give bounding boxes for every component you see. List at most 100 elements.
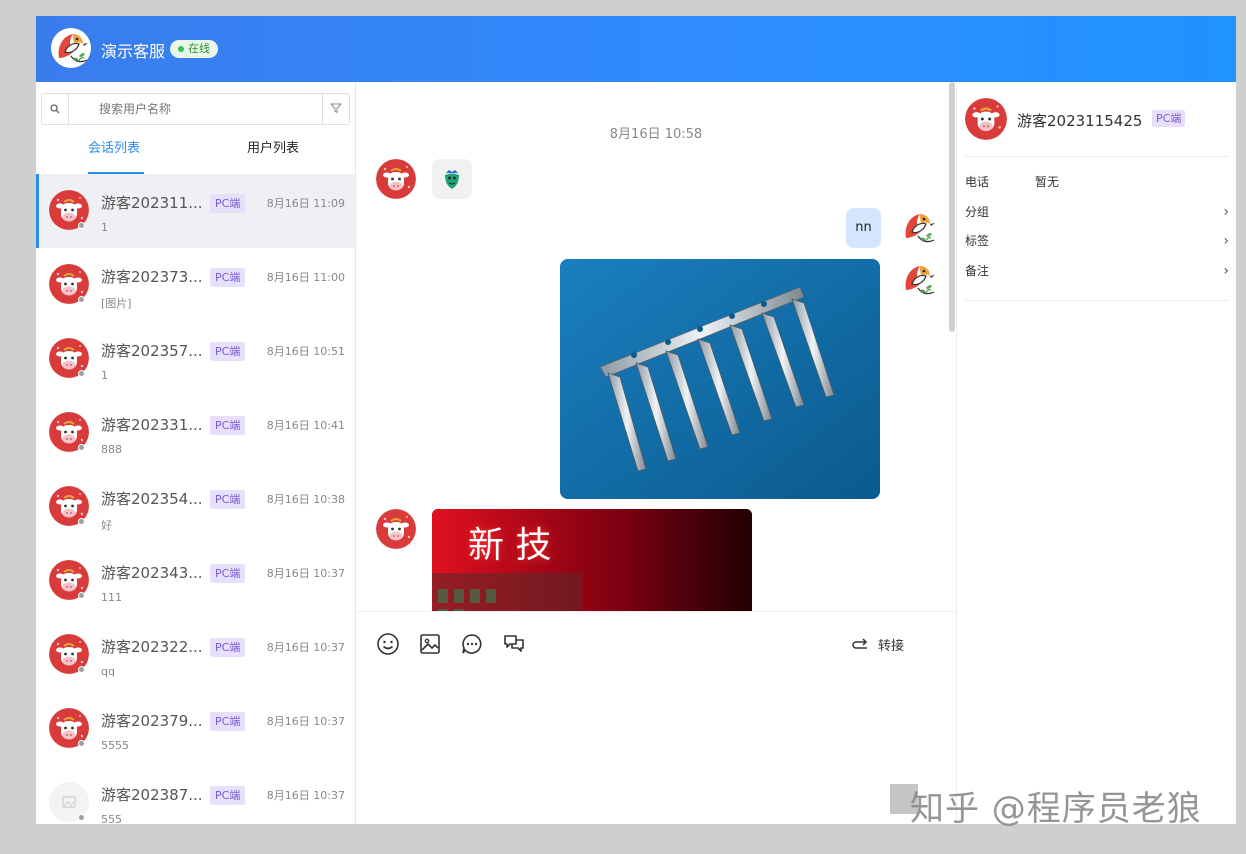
emoji-icon[interactable] bbox=[376, 632, 400, 656]
session-name: 游客202379... bbox=[101, 712, 203, 730]
platform-badge: PC端 bbox=[210, 490, 246, 509]
session-time: 8月16日 10:41 bbox=[266, 419, 345, 432]
header: 演示客服 在线 bbox=[36, 16, 1236, 82]
phone-row: 电话 暂无 bbox=[965, 170, 1229, 194]
session-name: 游客202331... bbox=[101, 416, 203, 434]
session-time: 8月16日 10:38 bbox=[266, 493, 345, 506]
session-name: 游客202343... bbox=[101, 564, 203, 582]
image-sign-text: 新 技 bbox=[468, 525, 551, 566]
image-message[interactable]: 新 技 bbox=[432, 509, 752, 611]
filter-icon[interactable] bbox=[322, 94, 349, 124]
platform-badge: PC端 bbox=[210, 268, 246, 287]
avatar bbox=[376, 509, 416, 549]
session-item[interactable]: 游客202354... PC端 8月16日 10:38 好 bbox=[36, 470, 355, 544]
image-message: 新 技 bbox=[432, 509, 752, 611]
session-preview: 111 bbox=[101, 591, 122, 604]
image-message[interactable] bbox=[560, 259, 880, 499]
session-name: 游客202357... bbox=[101, 342, 203, 360]
session-time: 8月16日 10:37 bbox=[266, 641, 345, 654]
strawberry-emoji-icon bbox=[445, 170, 459, 189]
session-time: 8月16日 11:00 bbox=[266, 271, 345, 284]
transfer-label: 转接 bbox=[878, 639, 905, 654]
session-time: 8月16日 10:37 bbox=[266, 789, 345, 802]
online-status-badge[interactable]: 在线 bbox=[170, 40, 218, 58]
chevron-right-icon: › bbox=[1223, 263, 1229, 279]
chevron-right-icon: › bbox=[1223, 204, 1229, 220]
agent-logo-icon bbox=[51, 28, 91, 68]
tab-user-list[interactable]: 用户列表 bbox=[247, 138, 299, 174]
group-row[interactable]: 分组 › bbox=[965, 200, 1229, 224]
chat-scrollbar[interactable] bbox=[949, 82, 955, 332]
agent-name: 演示客服 bbox=[101, 42, 166, 61]
session-item[interactable]: 游客202331... PC端 8月16日 10:41 888 bbox=[36, 396, 355, 470]
quick-reply-icon[interactable] bbox=[460, 632, 484, 656]
session-name: 游客202354... bbox=[101, 490, 203, 508]
image-message bbox=[560, 259, 880, 499]
session-time: 8月16日 11:09 bbox=[266, 197, 345, 210]
group-label: 分组 bbox=[965, 205, 990, 219]
watermark-text: 知乎 @程序员老狼 bbox=[910, 789, 1202, 829]
divider bbox=[965, 156, 1229, 157]
search-input[interactable] bbox=[74, 98, 314, 120]
search-icon[interactable] bbox=[42, 94, 69, 124]
session-preview: 好 bbox=[101, 519, 112, 532]
tab-session-list[interactable]: 会话列表 bbox=[88, 138, 145, 174]
user-name: 游客2023115425 bbox=[1017, 112, 1143, 130]
image-upload-icon[interactable] bbox=[418, 632, 442, 656]
divider bbox=[965, 300, 1229, 301]
avatar bbox=[965, 98, 1007, 140]
chat-history-icon[interactable] bbox=[502, 632, 526, 656]
session-preview: 555 bbox=[101, 813, 122, 824]
sidebar: 会话列表 用户列表 游客202311... PC端 8月16日 11:09 1 … bbox=[36, 82, 356, 824]
session-item[interactable]: 游客202373... PC端 8月16日 11:00 [图片] bbox=[36, 248, 355, 322]
phone-label: 电话 bbox=[965, 175, 990, 189]
emoji-message bbox=[432, 159, 472, 199]
offline-status-dot bbox=[78, 370, 85, 377]
session-item[interactable]: 游客202379... PC端 8月16日 10:37 5555 bbox=[36, 692, 355, 766]
session-time: 8月16日 10:37 bbox=[266, 715, 345, 728]
platform-badge: PC端 bbox=[210, 712, 246, 731]
tag-label: 标签 bbox=[965, 234, 990, 248]
note-label: 备注 bbox=[965, 264, 990, 278]
session-list: 游客202311... PC端 8月16日 11:09 1 游客202373..… bbox=[36, 174, 356, 824]
agent-avatar bbox=[898, 260, 938, 300]
session-name: 游客202322... bbox=[101, 638, 203, 656]
session-item[interactable]: 游客202322... PC端 8月16日 10:37 qq bbox=[36, 618, 355, 692]
agent-text-message: nn bbox=[846, 208, 881, 248]
phone-value: 暂无 bbox=[1035, 175, 1060, 189]
platform-badge: PC端 bbox=[210, 194, 246, 213]
chat-panel: 8月16日 10:58 nn 新 技 转接 bbox=[356, 82, 956, 824]
offline-status-dot bbox=[78, 444, 85, 451]
transfer-icon bbox=[850, 634, 870, 654]
chat-toolbar: 转接 bbox=[356, 613, 956, 675]
offline-status-dot bbox=[78, 222, 85, 229]
session-preview: [图片] bbox=[101, 297, 132, 310]
message-date: 8月16日 10:58 bbox=[609, 127, 703, 142]
session-name: 游客202373... bbox=[101, 268, 203, 286]
app-window: 演示客服 在线 会话列表 用户列表 游客202311... PC端 8月16日 … bbox=[36, 16, 1236, 824]
transfer-button[interactable]: 转接 bbox=[852, 635, 905, 654]
session-item[interactable]: 游客202357... PC端 8月16日 10:51 1 bbox=[36, 322, 355, 396]
session-item[interactable]: 游客202343... PC端 8月16日 10:37 111 bbox=[36, 544, 355, 618]
platform-badge: PC端 bbox=[210, 342, 246, 361]
offline-status-dot bbox=[78, 666, 85, 673]
offline-status-dot bbox=[78, 740, 85, 747]
sidebar-tabs: 会话列表 用户列表 bbox=[36, 138, 356, 174]
session-item[interactable]: 游客202311... PC端 8月16日 11:09 1 bbox=[36, 174, 355, 248]
note-row[interactable]: 备注 › bbox=[965, 259, 1229, 283]
offline-status-dot bbox=[78, 296, 85, 303]
session-preview: 888 bbox=[101, 443, 122, 456]
session-name: 游客202387... bbox=[101, 786, 203, 804]
session-time: 8月16日 10:51 bbox=[266, 345, 345, 358]
platform-badge: PC端 bbox=[210, 786, 246, 805]
platform-badge: PC端 bbox=[210, 638, 246, 657]
message-list: 8月16日 10:58 nn 新 技 bbox=[356, 82, 956, 612]
offline-status-dot bbox=[78, 814, 85, 821]
session-name: 游客202311... bbox=[101, 194, 203, 212]
message-input-area[interactable] bbox=[356, 675, 956, 824]
platform-badge: PC端 bbox=[210, 416, 246, 435]
tag-row[interactable]: 标签 › bbox=[965, 229, 1229, 253]
search-box bbox=[41, 93, 350, 125]
session-preview: qq bbox=[101, 665, 115, 678]
session-item[interactable]: 游客202387... PC端 8月16日 10:37 555 bbox=[36, 766, 355, 824]
